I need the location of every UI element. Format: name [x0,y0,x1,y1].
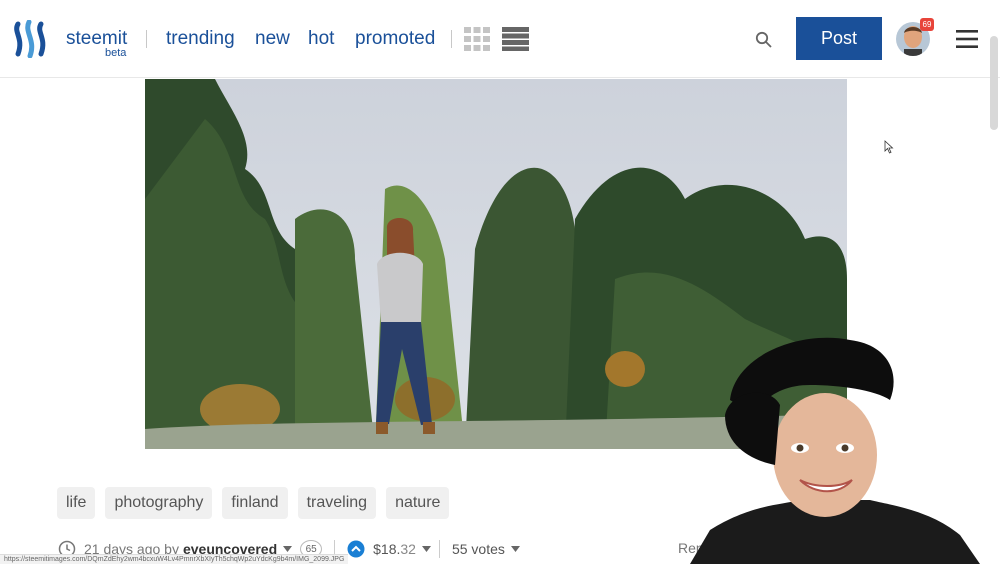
scrollbar-thumb[interactable] [990,36,998,130]
votes-count[interactable]: 55 votes [452,541,505,557]
steemit-logo-icon[interactable] [12,20,52,58]
payout-cents: 32 [400,541,416,557]
nav-separator [146,30,147,48]
search-icon[interactable] [755,31,773,49]
nav-separator [451,30,452,48]
hamburger-menu-icon[interactable] [956,29,978,49]
tag-nature[interactable]: nature [386,487,450,519]
payout-dollars: $18. [373,541,401,557]
chevron-down-icon[interactable] [510,546,520,552]
brand-beta-label: beta [105,47,127,59]
status-bar-url: https://steemitimages.com/DQmZdEhy2wm4bc… [0,554,349,564]
payout-amount[interactable]: $18.32 [373,541,416,557]
tag-traveling[interactable]: traveling [297,487,377,519]
tag-finland[interactable]: finland [222,487,288,519]
grid-view-icon[interactable] [464,27,490,51]
tag-list: life photography finland traveling natur… [57,487,450,519]
meta-separator [438,540,440,558]
post-button[interactable]: Post [796,17,882,60]
mouse-cursor-icon [884,140,894,154]
tag-photography[interactable]: photography [105,487,213,519]
upvote-icon[interactable] [347,540,365,558]
tag-life[interactable]: life [57,487,96,519]
top-header: steemit beta trending new hot promoted P… [0,0,1000,78]
chevron-down-icon[interactable] [283,546,293,552]
notification-badge[interactable]: 69 [920,18,934,31]
nav-new[interactable]: new [255,28,290,50]
nav-hot[interactable]: hot [308,28,334,50]
nav-promoted[interactable]: promoted [355,28,435,50]
list-view-icon[interactable] [502,27,529,51]
webcam-overlay [690,337,980,564]
chevron-down-icon[interactable] [421,546,431,552]
nav-trending[interactable]: trending [166,28,235,50]
